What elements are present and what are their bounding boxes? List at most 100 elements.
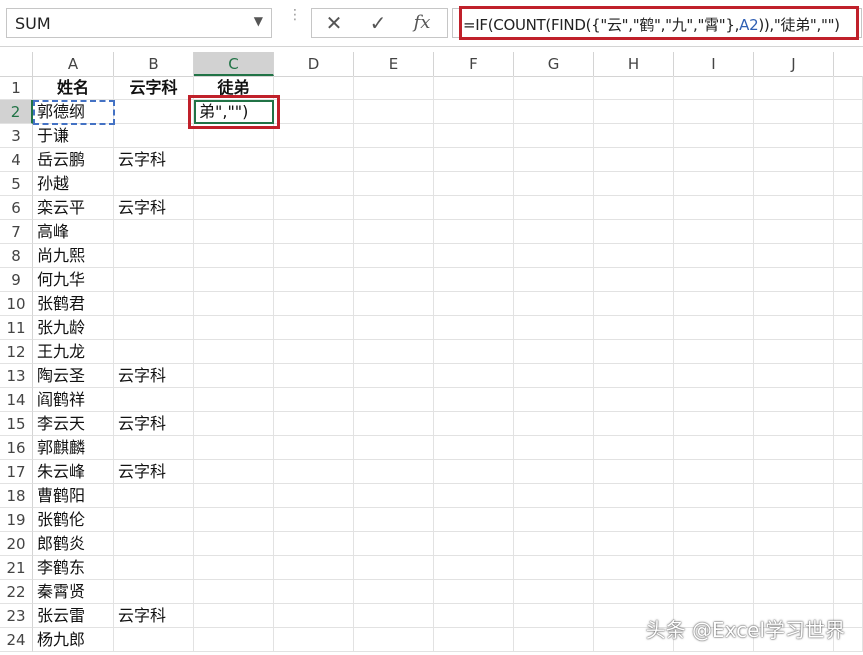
column-header-c[interactable]: C [194, 52, 274, 76]
cell[interactable] [434, 388, 514, 412]
cell[interactable] [274, 484, 354, 508]
row-header[interactable]: 16 [0, 436, 33, 460]
cell[interactable] [194, 388, 274, 412]
cell[interactable] [674, 340, 754, 364]
cell[interactable] [354, 196, 434, 220]
cell[interactable] [594, 220, 674, 244]
cell[interactable] [834, 316, 863, 340]
row-header[interactable]: 12 [0, 340, 33, 364]
cell[interactable] [674, 436, 754, 460]
cell[interactable] [354, 364, 434, 388]
cell[interactable] [114, 436, 194, 460]
cell[interactable] [754, 244, 834, 268]
cell[interactable] [194, 316, 274, 340]
cell[interactable]: 张鹤君 [33, 292, 114, 316]
cell[interactable] [434, 340, 514, 364]
row-header[interactable]: 7 [0, 220, 33, 244]
cell[interactable] [114, 508, 194, 532]
row-header[interactable]: 1 [0, 76, 33, 100]
cell[interactable] [114, 580, 194, 604]
cell[interactable] [114, 484, 194, 508]
cell[interactable] [594, 460, 674, 484]
cell[interactable] [594, 292, 674, 316]
cell[interactable] [434, 364, 514, 388]
column-header-partial[interactable] [834, 52, 863, 76]
row-header[interactable]: 13 [0, 364, 33, 388]
cell[interactable] [594, 148, 674, 172]
cell[interactable] [354, 532, 434, 556]
cell[interactable] [354, 484, 434, 508]
cell[interactable] [754, 460, 834, 484]
cell[interactable] [594, 76, 674, 100]
cell[interactable] [354, 508, 434, 532]
cell[interactable]: 栾云平 [33, 196, 114, 220]
cell[interactable] [674, 532, 754, 556]
cell[interactable] [194, 604, 274, 628]
cell[interactable] [354, 172, 434, 196]
cell[interactable]: 郭德纲 [33, 100, 114, 124]
cell[interactable] [674, 388, 754, 412]
cell[interactable] [194, 148, 274, 172]
column-header-g[interactable]: G [514, 52, 594, 76]
cell[interactable]: 张鹤伦 [33, 508, 114, 532]
row-header[interactable]: 20 [0, 532, 33, 556]
cell[interactable] [514, 508, 594, 532]
cell[interactable] [434, 124, 514, 148]
cell[interactable] [674, 460, 754, 484]
select-all-corner[interactable] [0, 52, 33, 76]
cell[interactable] [434, 604, 514, 628]
close-icon[interactable]: ✕ [318, 10, 350, 36]
row-header[interactable]: 10 [0, 292, 33, 316]
cell[interactable] [674, 268, 754, 292]
cell[interactable] [514, 460, 594, 484]
cell[interactable] [834, 172, 863, 196]
cell[interactable] [194, 196, 274, 220]
cell[interactable] [114, 268, 194, 292]
cell[interactable] [674, 76, 754, 100]
column-header-b[interactable]: B [114, 52, 194, 76]
cell[interactable] [834, 556, 863, 580]
cell[interactable] [514, 244, 594, 268]
cell[interactable]: 张云雷 [33, 604, 114, 628]
cell[interactable] [674, 244, 754, 268]
cell[interactable] [594, 388, 674, 412]
cell[interactable] [194, 244, 274, 268]
cell[interactable]: 云字科 [114, 364, 194, 388]
cell[interactable] [754, 172, 834, 196]
cell[interactable] [274, 556, 354, 580]
cell[interactable] [114, 172, 194, 196]
cell[interactable] [834, 268, 863, 292]
cell[interactable] [834, 484, 863, 508]
cell[interactable] [594, 316, 674, 340]
cell[interactable] [434, 412, 514, 436]
cell[interactable] [754, 124, 834, 148]
row-header[interactable]: 3 [0, 124, 33, 148]
cell[interactable] [594, 196, 674, 220]
cell[interactable] [434, 292, 514, 316]
cell[interactable] [434, 556, 514, 580]
cell[interactable] [114, 340, 194, 364]
cell[interactable] [354, 100, 434, 124]
cell[interactable] [274, 436, 354, 460]
column-header-a[interactable]: A [33, 52, 114, 76]
cell[interactable] [194, 220, 274, 244]
cell[interactable] [354, 124, 434, 148]
cell[interactable] [354, 340, 434, 364]
cell[interactable]: 陶云圣 [33, 364, 114, 388]
cell[interactable] [754, 532, 834, 556]
cell[interactable] [354, 556, 434, 580]
cell[interactable] [354, 436, 434, 460]
cell[interactable] [594, 340, 674, 364]
cell[interactable] [274, 508, 354, 532]
cell[interactable]: 何九华 [33, 268, 114, 292]
cell[interactable]: 郎鹤炎 [33, 532, 114, 556]
cell[interactable] [514, 580, 594, 604]
cell[interactable] [754, 484, 834, 508]
cell[interactable] [434, 196, 514, 220]
cell[interactable] [274, 148, 354, 172]
cell[interactable] [674, 364, 754, 388]
cell[interactable] [354, 268, 434, 292]
cell[interactable] [194, 556, 274, 580]
cell[interactable] [834, 364, 863, 388]
cell[interactable] [754, 196, 834, 220]
